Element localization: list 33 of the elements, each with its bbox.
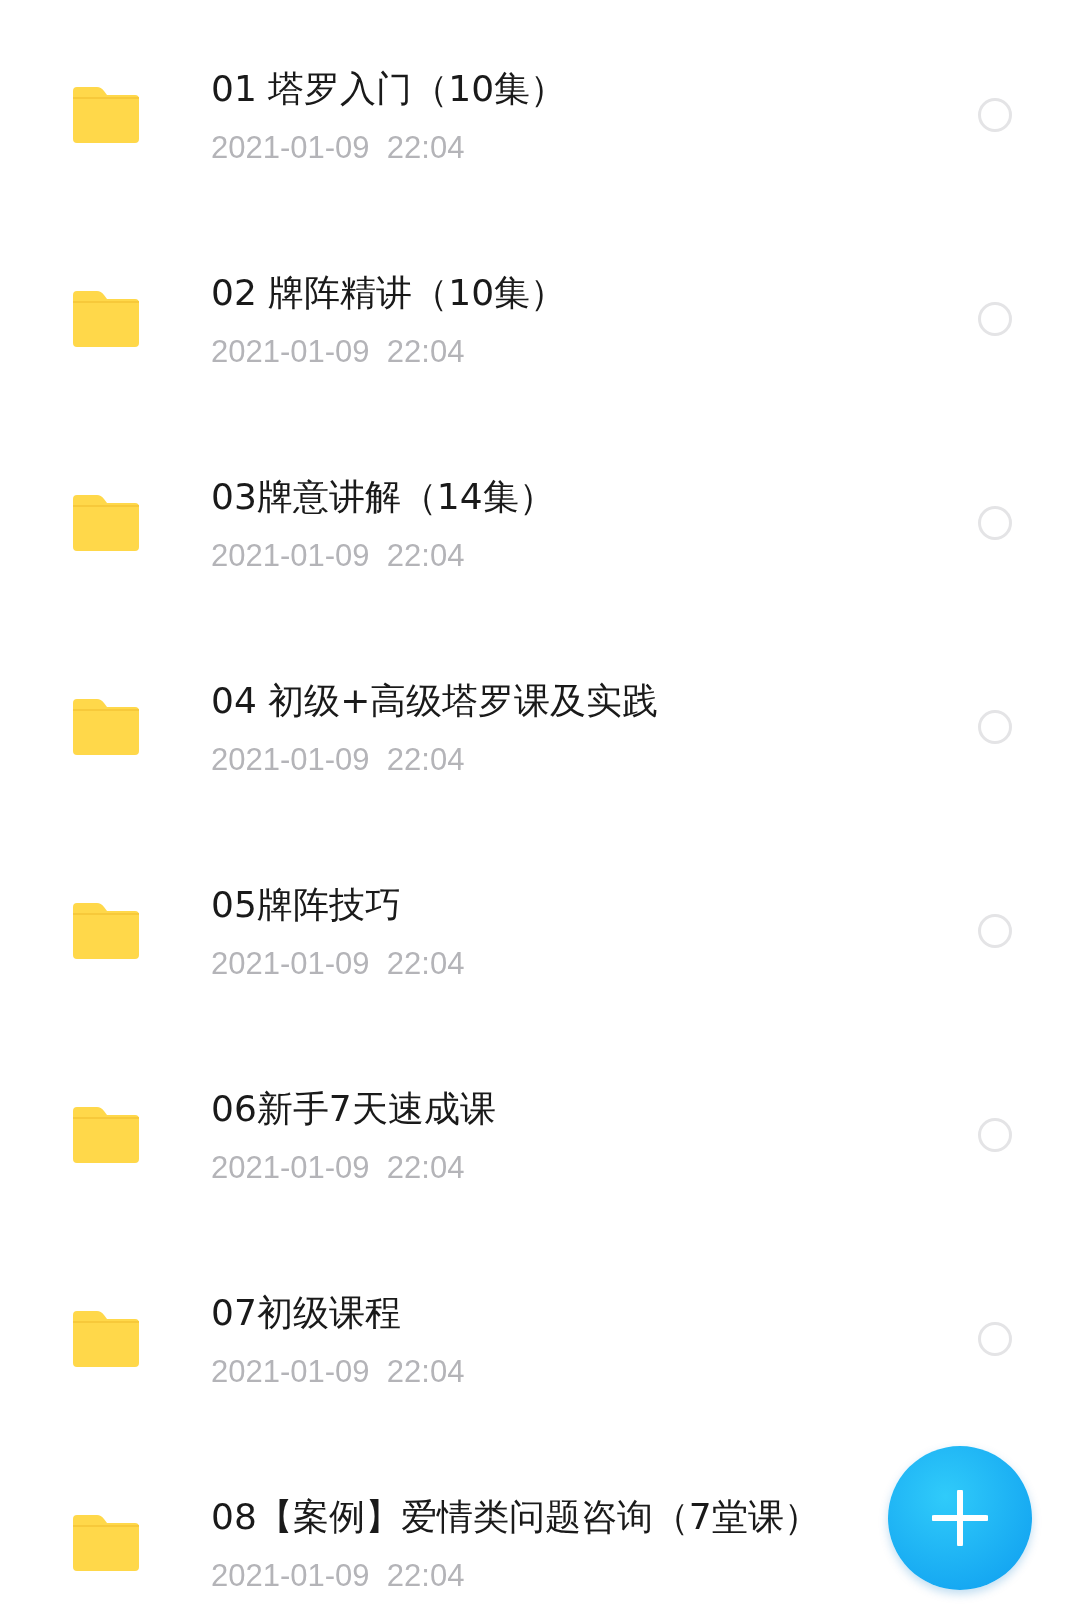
folder-icon: [73, 291, 139, 347]
folder-name[interactable]: 08【案例】爱情类问题咨询（7堂课）: [211, 1492, 820, 1542]
folder-icon: [73, 495, 139, 551]
folder-icon: [73, 1107, 139, 1163]
folder-name[interactable]: 07初级课程: [211, 1288, 401, 1338]
select-checkbox[interactable]: [978, 506, 1012, 540]
add-button[interactable]: [888, 1446, 1032, 1590]
modified-date: 2021-01-09 22:04: [211, 1353, 465, 1390]
folder-icon: [73, 87, 139, 143]
modified-date: 2021-01-09 22:04: [211, 1557, 465, 1594]
modified-date: 2021-01-09 22:04: [211, 129, 465, 166]
folder-name[interactable]: 01 塔罗入门（10集）: [211, 64, 567, 114]
select-checkbox[interactable]: [978, 302, 1012, 336]
select-checkbox[interactable]: [978, 710, 1012, 744]
folder-name[interactable]: 05牌阵技巧: [211, 880, 401, 930]
select-checkbox[interactable]: [978, 914, 1012, 948]
folder-name[interactable]: 03牌意讲解（14集）: [211, 472, 555, 522]
folder-name[interactable]: 06新手7天速成课: [211, 1084, 496, 1134]
folder-icon: [73, 1311, 139, 1367]
select-checkbox[interactable]: [978, 1118, 1012, 1152]
folder-name[interactable]: 02 牌阵精讲（10集）: [211, 268, 567, 318]
modified-date: 2021-01-09 22:04: [211, 537, 465, 574]
modified-date: 2021-01-09 22:04: [211, 945, 465, 982]
folder-icon: [73, 1515, 139, 1571]
modified-date: 2021-01-09 22:04: [211, 741, 465, 778]
select-checkbox[interactable]: [978, 1322, 1012, 1356]
select-checkbox[interactable]: [978, 98, 1012, 132]
plus-icon: [932, 1490, 988, 1546]
modified-date: 2021-01-09 22:04: [211, 333, 465, 370]
folder-name[interactable]: 04 初级+高级塔罗课及实践: [211, 676, 659, 726]
folder-icon: [73, 699, 139, 755]
folder-icon: [73, 903, 139, 959]
modified-date: 2021-01-09 22:04: [211, 1149, 465, 1186]
